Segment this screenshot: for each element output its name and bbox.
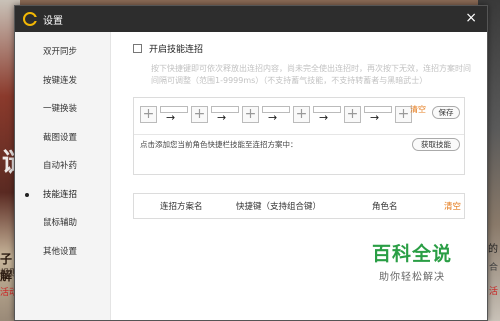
- sidebar-item-auto-potion[interactable]: 自动补药: [15, 151, 110, 180]
- background-text: 合: [488, 263, 498, 273]
- arrow-right-icon: →: [268, 111, 278, 124]
- sidebar-item-skill-combo[interactable]: 技能连招: [15, 180, 110, 209]
- sidebar-item-other-settings[interactable]: 其他设置: [15, 237, 110, 266]
- sidebar-item-key-repeat[interactable]: 按键连发: [15, 66, 110, 95]
- arrow-right-icon: →: [166, 111, 176, 124]
- add-skill-slot[interactable]: +: [293, 106, 310, 123]
- interval-connector: →: [364, 106, 392, 123]
- close-icon[interactable]: ×: [465, 11, 477, 25]
- app-logo-icon: [23, 12, 37, 26]
- sidebar-item-label: 其他设置: [43, 246, 78, 257]
- sidebar-item-label: 自动补药: [43, 161, 78, 172]
- interval-connector: →: [262, 106, 290, 123]
- table-clear-link[interactable]: 清空: [444, 200, 461, 212]
- watermark-subtitle: 助你轻松解决: [379, 272, 445, 283]
- interval-connector: →: [313, 106, 341, 123]
- sidebar-item-label: 按键连发: [43, 75, 78, 86]
- arrow-right-icon: →: [319, 111, 329, 124]
- settings-sidebar: 双开同步 按键连发 一键换装 截图设置 自动补药 技能连招 鼠标辅助 其他设置: [15, 32, 111, 320]
- save-button[interactable]: 保存: [432, 106, 460, 119]
- combo-description: 按下快捷键即可依次释放出连招内容，尚未完全使出连招时，再次按下无效，连招方案时间…: [151, 64, 471, 85]
- enable-combo-row: 开启技能连招: [133, 42, 487, 55]
- active-indicator-icon: [25, 192, 29, 197]
- watermark-title: 百科全说: [371, 243, 452, 265]
- sidebar-item-mouse-assist[interactable]: 鼠标辅助: [15, 208, 110, 237]
- sidebar-item-quick-swap[interactable]: 一键换装: [15, 94, 110, 123]
- sidebar-item-label: 鼠标辅助: [43, 218, 78, 229]
- arrow-right-icon: →: [370, 111, 380, 124]
- background-text: 活: [488, 287, 498, 297]
- combo-table-header: 连招方案名 快捷键（支持组合键） 角色名 清空: [133, 193, 465, 219]
- add-skill-slot[interactable]: +: [191, 106, 208, 123]
- combo-clear-link[interactable]: 清空: [410, 104, 426, 115]
- sidebar-item-label: 技能连招: [43, 189, 78, 200]
- sidebar-item-screenshot[interactable]: 截图设置: [15, 123, 110, 152]
- combo-divider: [134, 134, 464, 135]
- sidebar-item-label: 双开同步: [43, 47, 78, 58]
- background-text: 的: [488, 244, 498, 255]
- interval-connector: →: [160, 106, 188, 123]
- arrow-right-icon: →: [217, 111, 227, 124]
- add-skill-slot[interactable]: +: [344, 106, 361, 123]
- enable-combo-checkbox[interactable]: [133, 44, 142, 53]
- watermark: 百科全说 助你轻松解决: [352, 236, 472, 294]
- combo-slot-row: + → + → + → + → + → +: [140, 106, 412, 123]
- column-header-character: 角色名: [372, 202, 398, 212]
- sidebar-item-label: 一键换装: [43, 104, 78, 115]
- enable-combo-label: 开启技能连招: [149, 45, 204, 55]
- dialog-title: 设置: [43, 15, 63, 27]
- title-bar[interactable]: 设置 ×: [15, 6, 487, 32]
- combo-editor: + → + → + → + → + → + 清空 保存 点击添加您当前角色快捷栏技能至连招方案中： …: [133, 97, 465, 175]
- column-header-combo-name: 连招方案名: [160, 202, 203, 212]
- combo-hint: 点击添加您当前角色快捷栏技能至连招方案中：: [140, 140, 298, 149]
- column-header-hotkey: 快捷键（支持组合键）: [236, 202, 322, 212]
- add-skill-slot[interactable]: +: [242, 106, 259, 123]
- add-skill-slot[interactable]: +: [140, 106, 157, 123]
- get-skills-button[interactable]: 获取技能: [412, 138, 460, 151]
- interval-connector: →: [211, 106, 239, 123]
- sidebar-item-label: 截图设置: [43, 132, 78, 143]
- sidebar-item-dual-sync[interactable]: 双开同步: [15, 37, 110, 66]
